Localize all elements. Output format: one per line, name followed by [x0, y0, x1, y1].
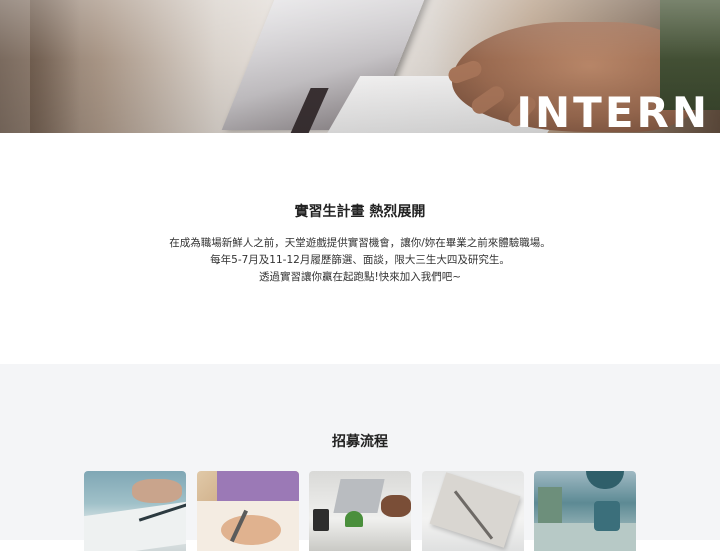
hero-banner: INTERN	[0, 0, 720, 133]
laptop-image	[333, 479, 385, 513]
desk-image	[534, 523, 636, 551]
lamp-image	[586, 471, 624, 489]
process-step-card-4[interactable]	[422, 471, 524, 551]
process-step-card-2[interactable]	[197, 471, 299, 551]
hero-title: INTERN	[516, 88, 710, 134]
chair-image	[594, 501, 620, 531]
hand-image	[381, 495, 411, 517]
intro-line: 每年5-7月及11-12月履歷篩選、面談，限大三生大四及研究生。	[210, 254, 510, 266]
shelf-image	[538, 487, 562, 523]
process-heading: 招募流程	[332, 434, 388, 450]
intro-description: 在成為職場新鮮人之前，天堂遊戲提供實習機會，讓你/妳在畢業之前來體驗職場。 每年…	[0, 235, 720, 286]
purple-notebook-image	[217, 471, 299, 505]
envelope-image	[429, 472, 521, 548]
intro-line: 透過實習讓你贏在起跑點!快來加入我們吧~	[258, 271, 461, 283]
process-step-card-1[interactable]	[84, 471, 186, 551]
process-step-card-5[interactable]	[534, 471, 636, 551]
recruitment-process-section: 招募流程	[0, 364, 720, 551]
plant-image	[345, 511, 363, 527]
intro-line: 在成為職場新鮮人之前，天堂遊戲提供實習機會，讓你/妳在畢業之前來體驗職場。	[169, 237, 551, 249]
intro-heading: 實習生計畫 熱烈展開	[294, 204, 426, 220]
cup-image	[313, 509, 329, 531]
process-step-card-3[interactable]	[309, 471, 411, 551]
intro-section: 實習生計畫 熱烈展開 在成為職場新鮮人之前，天堂遊戲提供實習機會，讓你/妳在畢業…	[0, 133, 720, 364]
hand-image	[132, 479, 182, 503]
process-step-cards	[84, 471, 644, 551]
